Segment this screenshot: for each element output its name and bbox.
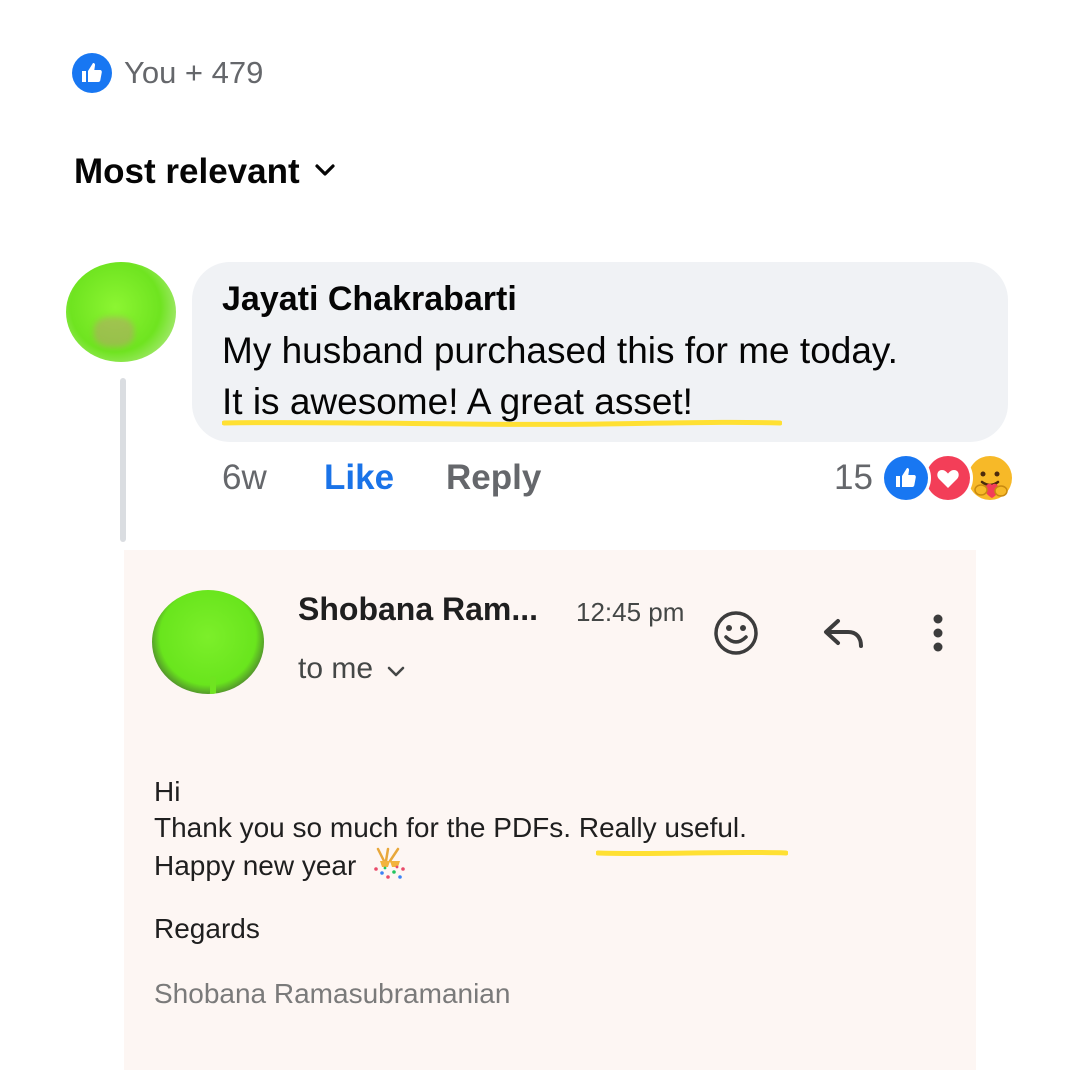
reply-button[interactable]: Reply — [446, 458, 541, 498]
email-body-highlight: Really useful. — [578, 812, 747, 843]
reactions-count-text: You + 479 — [124, 55, 264, 90]
recipient-dropdown[interactable]: to me — [298, 652, 405, 686]
highlight-underline — [222, 419, 782, 427]
reaction-count[interactable]: 15 — [834, 458, 873, 498]
comment-author[interactable]: Jayati Chakrabarti — [222, 280, 517, 319]
email-time: 12:45 pm — [576, 597, 685, 627]
email-wish-text: Happy new year — [154, 849, 357, 881]
avatar[interactable] — [66, 262, 176, 362]
chevron-down-icon — [314, 163, 336, 182]
thumbs-up-icon — [72, 53, 112, 93]
email-greeting: Hi — [154, 776, 181, 807]
comment-text-line: My husband purchased this for me today. — [222, 330, 898, 371]
reply-arrow-icon[interactable] — [816, 605, 872, 661]
email-regards: Regards — [154, 913, 260, 944]
love-reaction-icon — [926, 456, 970, 500]
more-vert-icon[interactable] — [910, 605, 966, 661]
sort-dropdown[interactable]: Most relevant — [74, 152, 336, 192]
care-reaction-icon — [968, 456, 1012, 500]
recipient-label: to me — [298, 652, 374, 685]
avatar[interactable] — [152, 590, 264, 694]
confetti-icon — [372, 847, 406, 888]
highlight-underline — [596, 849, 788, 857]
email-wish-line: Happy new year — [154, 847, 406, 888]
like-reaction-icon — [884, 456, 928, 500]
thread-line — [120, 378, 126, 542]
reaction-icons[interactable] — [884, 456, 1014, 502]
sort-label: Most relevant — [74, 152, 300, 191]
email-signature: Shobana Ramasubramanian — [154, 978, 511, 1009]
chevron-down-icon — [387, 652, 405, 686]
comment-time: 6w — [222, 458, 267, 497]
email-body-text: Thank you so much for the PDFs. — [154, 812, 579, 843]
email-body-line: Thank you so much for the PDFs. Really u… — [154, 812, 747, 844]
reactions-summary[interactable]: You + 479 — [72, 52, 263, 94]
like-button[interactable]: Like — [324, 458, 394, 498]
sender-name[interactable]: Shobana Ram... — [298, 591, 538, 628]
smiley-icon[interactable] — [708, 605, 764, 661]
